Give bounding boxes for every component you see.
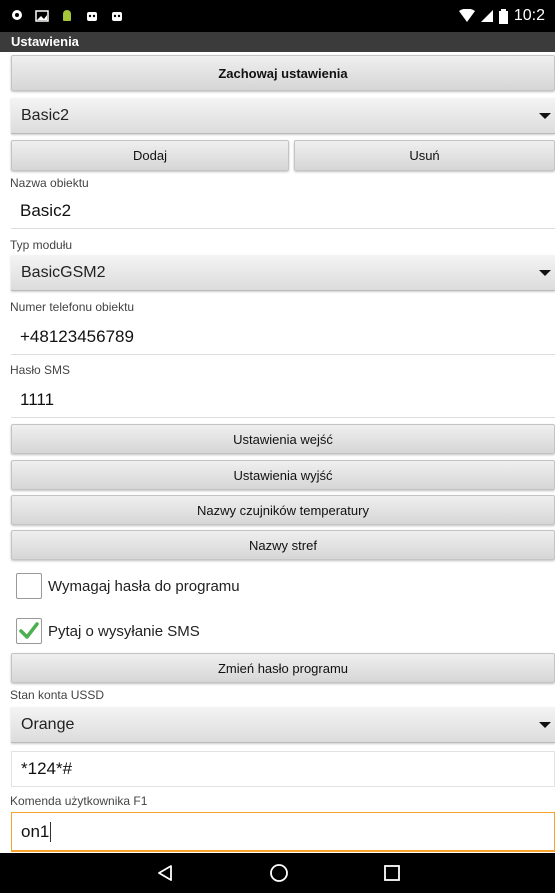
profile-select[interactable]: Basic2 — [11, 98, 555, 134]
outputs-settings-button[interactable]: Ustawienia wyjść — [11, 460, 555, 490]
signal-icon — [480, 10, 493, 22]
require-password-checkbox[interactable] — [16, 573, 42, 599]
operator-value: Orange — [21, 715, 75, 733]
zone-names-button[interactable]: Nazwy stref — [11, 530, 555, 560]
require-password-label: Wymagaj hasła do programu — [48, 577, 240, 595]
command-f1-label: Komenda użytkownika F1 — [10, 794, 148, 808]
operator-select[interactable]: Orange — [11, 707, 555, 743]
inputs-settings-button[interactable]: Ustawienia wejść — [11, 424, 555, 454]
ask-sms-label: Pytaj o wysyłanie SMS — [48, 622, 200, 640]
change-password-button[interactable]: Zmień hasło programu — [11, 653, 555, 683]
save-settings-button[interactable]: Zachowaj ustawienia — [11, 55, 555, 91]
location-icon — [12, 10, 22, 20]
module-type-label: Typ modułu — [10, 238, 73, 252]
app-title: Ustawienia — [0, 32, 555, 52]
profile-select-value: Basic2 — [21, 106, 70, 124]
robot-icon — [112, 12, 122, 21]
image-icon — [35, 10, 49, 22]
dropdown-arrow-icon — [539, 722, 551, 728]
clock: 10:2 — [513, 7, 545, 24]
ask-sms-checkbox-row[interactable]: Pytaj o wysyłanie SMS — [16, 618, 200, 644]
dropdown-arrow-icon — [539, 113, 551, 119]
settings-content: Zachowaj ustawienia Basic2 Dodaj Usuń Na… — [0, 52, 555, 852]
object-name-input[interactable]: Basic2 — [11, 193, 555, 229]
ask-sms-checkbox[interactable] — [16, 618, 42, 644]
home-icon[interactable] — [269, 863, 289, 883]
ussd-label: Stan konta USSD — [10, 688, 105, 702]
android-icon — [63, 10, 71, 21]
back-icon[interactable] — [156, 864, 174, 882]
add-button[interactable]: Dodaj — [11, 140, 289, 171]
temperature-sensor-names-button[interactable]: Nazwy czujników temperatury — [11, 495, 555, 525]
command-f1-input[interactable]: on1 — [11, 812, 555, 852]
phone-number-input[interactable]: +48123456789 — [11, 319, 555, 355]
require-password-checkbox-row[interactable]: Wymagaj hasła do programu — [16, 573, 240, 599]
module-type-select[interactable]: BasicGSM2 — [11, 255, 555, 291]
command-f1-value: on1 — [21, 821, 50, 841]
recents-icon[interactable] — [383, 865, 400, 881]
sms-password-label: Hasło SMS — [10, 363, 71, 377]
navigation-bar — [0, 853, 555, 893]
object-name-label: Nazwa obiektu — [10, 176, 89, 190]
remove-button[interactable]: Usuń — [294, 140, 555, 171]
phone-number-label: Numer telefonu obiektu — [10, 300, 135, 314]
module-type-value: BasicGSM2 — [21, 263, 106, 281]
robot-icon — [87, 12, 97, 21]
battery-icon — [498, 8, 508, 24]
ussd-code-input[interactable]: *124*# — [11, 751, 555, 787]
dropdown-arrow-icon — [539, 270, 551, 276]
status-bar: 10:2 — [0, 0, 555, 32]
sms-password-input[interactable]: 1111 — [11, 382, 555, 418]
checkmark-icon — [19, 622, 39, 639]
text-cursor — [50, 821, 52, 842]
wifi-icon — [458, 9, 475, 22]
